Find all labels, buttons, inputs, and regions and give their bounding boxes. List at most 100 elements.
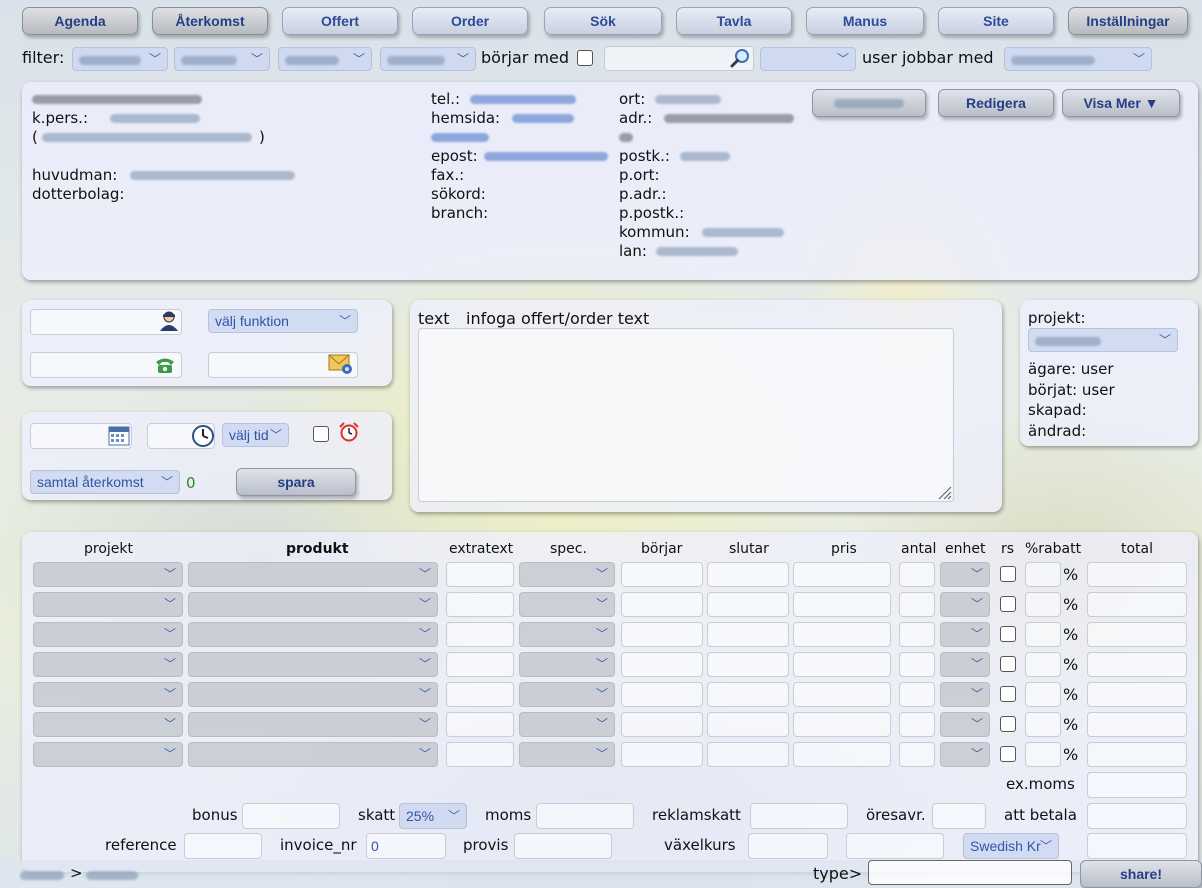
- row-extratext-field[interactable]: [446, 592, 514, 617]
- alarm-clock-icon[interactable]: [338, 421, 360, 447]
- row-spec-select[interactable]: ﹀: [519, 652, 615, 677]
- row-pris-field[interactable]: [793, 712, 891, 737]
- row-projekt-select[interactable]: ﹀: [33, 562, 183, 587]
- nav-site-button[interactable]: Site: [938, 7, 1054, 35]
- user-jobbar-med-select[interactable]: ﹀: [1004, 47, 1152, 71]
- alarm-checkbox[interactable]: [313, 426, 329, 442]
- provis-field[interactable]: [514, 833, 612, 859]
- row-total-field[interactable]: [1087, 742, 1187, 767]
- visa-mer-button[interactable]: Visa Mer ▼: [1062, 89, 1180, 117]
- row-projekt-select[interactable]: ﹀: [33, 742, 183, 767]
- person-icon[interactable]: [158, 310, 180, 336]
- nav-agenda-button[interactable]: Agenda: [22, 7, 138, 35]
- borjar-med-checkbox[interactable]: [577, 50, 593, 66]
- row-produkt-select[interactable]: ﹀: [188, 622, 438, 647]
- row-enhet-select[interactable]: ﹀: [940, 682, 990, 707]
- spara-button[interactable]: spara: [236, 468, 356, 496]
- row-antal-field[interactable]: [899, 592, 935, 617]
- reference-field[interactable]: [184, 833, 262, 859]
- row-borjar-field[interactable]: [621, 622, 703, 647]
- exmoms-field[interactable]: [1087, 772, 1187, 798]
- nav-offert-button[interactable]: Offert: [282, 7, 398, 35]
- filter-select-2[interactable]: ﹀: [174, 47, 270, 71]
- vaxelkurs-field[interactable]: [748, 833, 828, 859]
- hemsida-link[interactable]: [512, 109, 574, 127]
- row-projekt-select[interactable]: ﹀: [33, 682, 183, 707]
- nav-tavla-button[interactable]: Tavla: [676, 7, 792, 35]
- row-extratext-field[interactable]: [446, 712, 514, 737]
- row-borjar-field[interactable]: [621, 742, 703, 767]
- vaxelkurs-result-field[interactable]: [846, 833, 944, 859]
- row-slutar-field[interactable]: [707, 742, 789, 767]
- nav-manus-button[interactable]: Manus: [806, 7, 924, 35]
- row-rs-checkbox[interactable]: [1000, 596, 1016, 612]
- row-projekt-select[interactable]: ﹀: [33, 622, 183, 647]
- row-projekt-select[interactable]: ﹀: [33, 592, 183, 617]
- invoice-nr-field[interactable]: 0: [366, 833, 446, 859]
- att-betala-field[interactable]: [1087, 803, 1187, 829]
- row-enhet-select[interactable]: ﹀: [940, 592, 990, 617]
- row-borjar-field[interactable]: [621, 652, 703, 677]
- row-slutar-field[interactable]: [707, 652, 789, 677]
- row-total-field[interactable]: [1087, 712, 1187, 737]
- row-rs-checkbox[interactable]: [1000, 716, 1016, 732]
- row-rs-checkbox[interactable]: [1000, 746, 1016, 762]
- row-spec-select[interactable]: ﹀: [519, 682, 615, 707]
- bonus-field[interactable]: [242, 803, 340, 829]
- row-rs-checkbox[interactable]: [1000, 656, 1016, 672]
- phone-icon[interactable]: [154, 354, 176, 380]
- row-antal-field[interactable]: [899, 652, 935, 677]
- row-antal-field[interactable]: [899, 682, 935, 707]
- reklamskatt-field[interactable]: [750, 803, 848, 829]
- row-total-field[interactable]: [1087, 622, 1187, 647]
- row-antal-field[interactable]: [899, 742, 935, 767]
- row-pris-field[interactable]: [793, 622, 891, 647]
- row-spec-select[interactable]: ﹀: [519, 592, 615, 617]
- row-spec-select[interactable]: ﹀: [519, 712, 615, 737]
- row-total-field[interactable]: [1087, 592, 1187, 617]
- row-produkt-select[interactable]: ﹀: [188, 562, 438, 587]
- resize-handle-icon[interactable]: [934, 482, 952, 504]
- row-projekt-select[interactable]: ﹀: [33, 652, 183, 677]
- row-produkt-select[interactable]: ﹀: [188, 592, 438, 617]
- row-rs-checkbox[interactable]: [1000, 686, 1016, 702]
- row-borjar-field[interactable]: [621, 682, 703, 707]
- projekt-select[interactable]: ﹀: [1028, 328, 1178, 352]
- row-pris-field[interactable]: [793, 652, 891, 677]
- row-enhet-select[interactable]: ﹀: [940, 712, 990, 737]
- row-spec-select[interactable]: ﹀: [519, 562, 615, 587]
- row-rabatt-field[interactable]: [1025, 742, 1061, 767]
- chat-input[interactable]: [868, 860, 1072, 885]
- nav-aterkomst-button[interactable]: Återkomst: [152, 7, 268, 35]
- row-slutar-field[interactable]: [707, 592, 789, 617]
- row-slutar-field[interactable]: [707, 562, 789, 587]
- row-produkt-select[interactable]: ﹀: [188, 682, 438, 707]
- row-rabatt-field[interactable]: [1025, 592, 1061, 617]
- clock-icon[interactable]: [191, 424, 215, 452]
- row-projekt-select[interactable]: ﹀: [33, 712, 183, 737]
- row-rabatt-field[interactable]: [1025, 712, 1061, 737]
- samtal-aterkomst-select[interactable]: samtal återkomst ﹀: [30, 470, 180, 494]
- row-total-field[interactable]: [1087, 652, 1187, 677]
- row-antal-field[interactable]: [899, 622, 935, 647]
- row-borjar-field[interactable]: [621, 712, 703, 737]
- row-enhet-select[interactable]: ﹀: [940, 562, 990, 587]
- skatt-select[interactable]: 25% ﹀: [399, 803, 467, 829]
- row-pris-field[interactable]: [793, 592, 891, 617]
- calendar-icon[interactable]: [108, 424, 130, 450]
- row-rabatt-field[interactable]: [1025, 622, 1061, 647]
- valj-tid-select[interactable]: välj tid ﹀: [222, 423, 289, 447]
- row-antal-field[interactable]: [899, 712, 935, 737]
- row-rs-checkbox[interactable]: [1000, 566, 1016, 582]
- filter-select-4[interactable]: ﹀: [380, 47, 476, 71]
- row-slutar-field[interactable]: [707, 682, 789, 707]
- redigera-button[interactable]: Redigera: [938, 89, 1054, 117]
- row-total-field[interactable]: [1087, 682, 1187, 707]
- row-rabatt-field[interactable]: [1025, 562, 1061, 587]
- row-borjar-field[interactable]: [621, 562, 703, 587]
- search-icon[interactable]: [730, 47, 752, 73]
- row-enhet-select[interactable]: ﹀: [940, 742, 990, 767]
- moms-field[interactable]: [536, 803, 634, 829]
- row-enhet-select[interactable]: ﹀: [940, 622, 990, 647]
- row-slutar-field[interactable]: [707, 622, 789, 647]
